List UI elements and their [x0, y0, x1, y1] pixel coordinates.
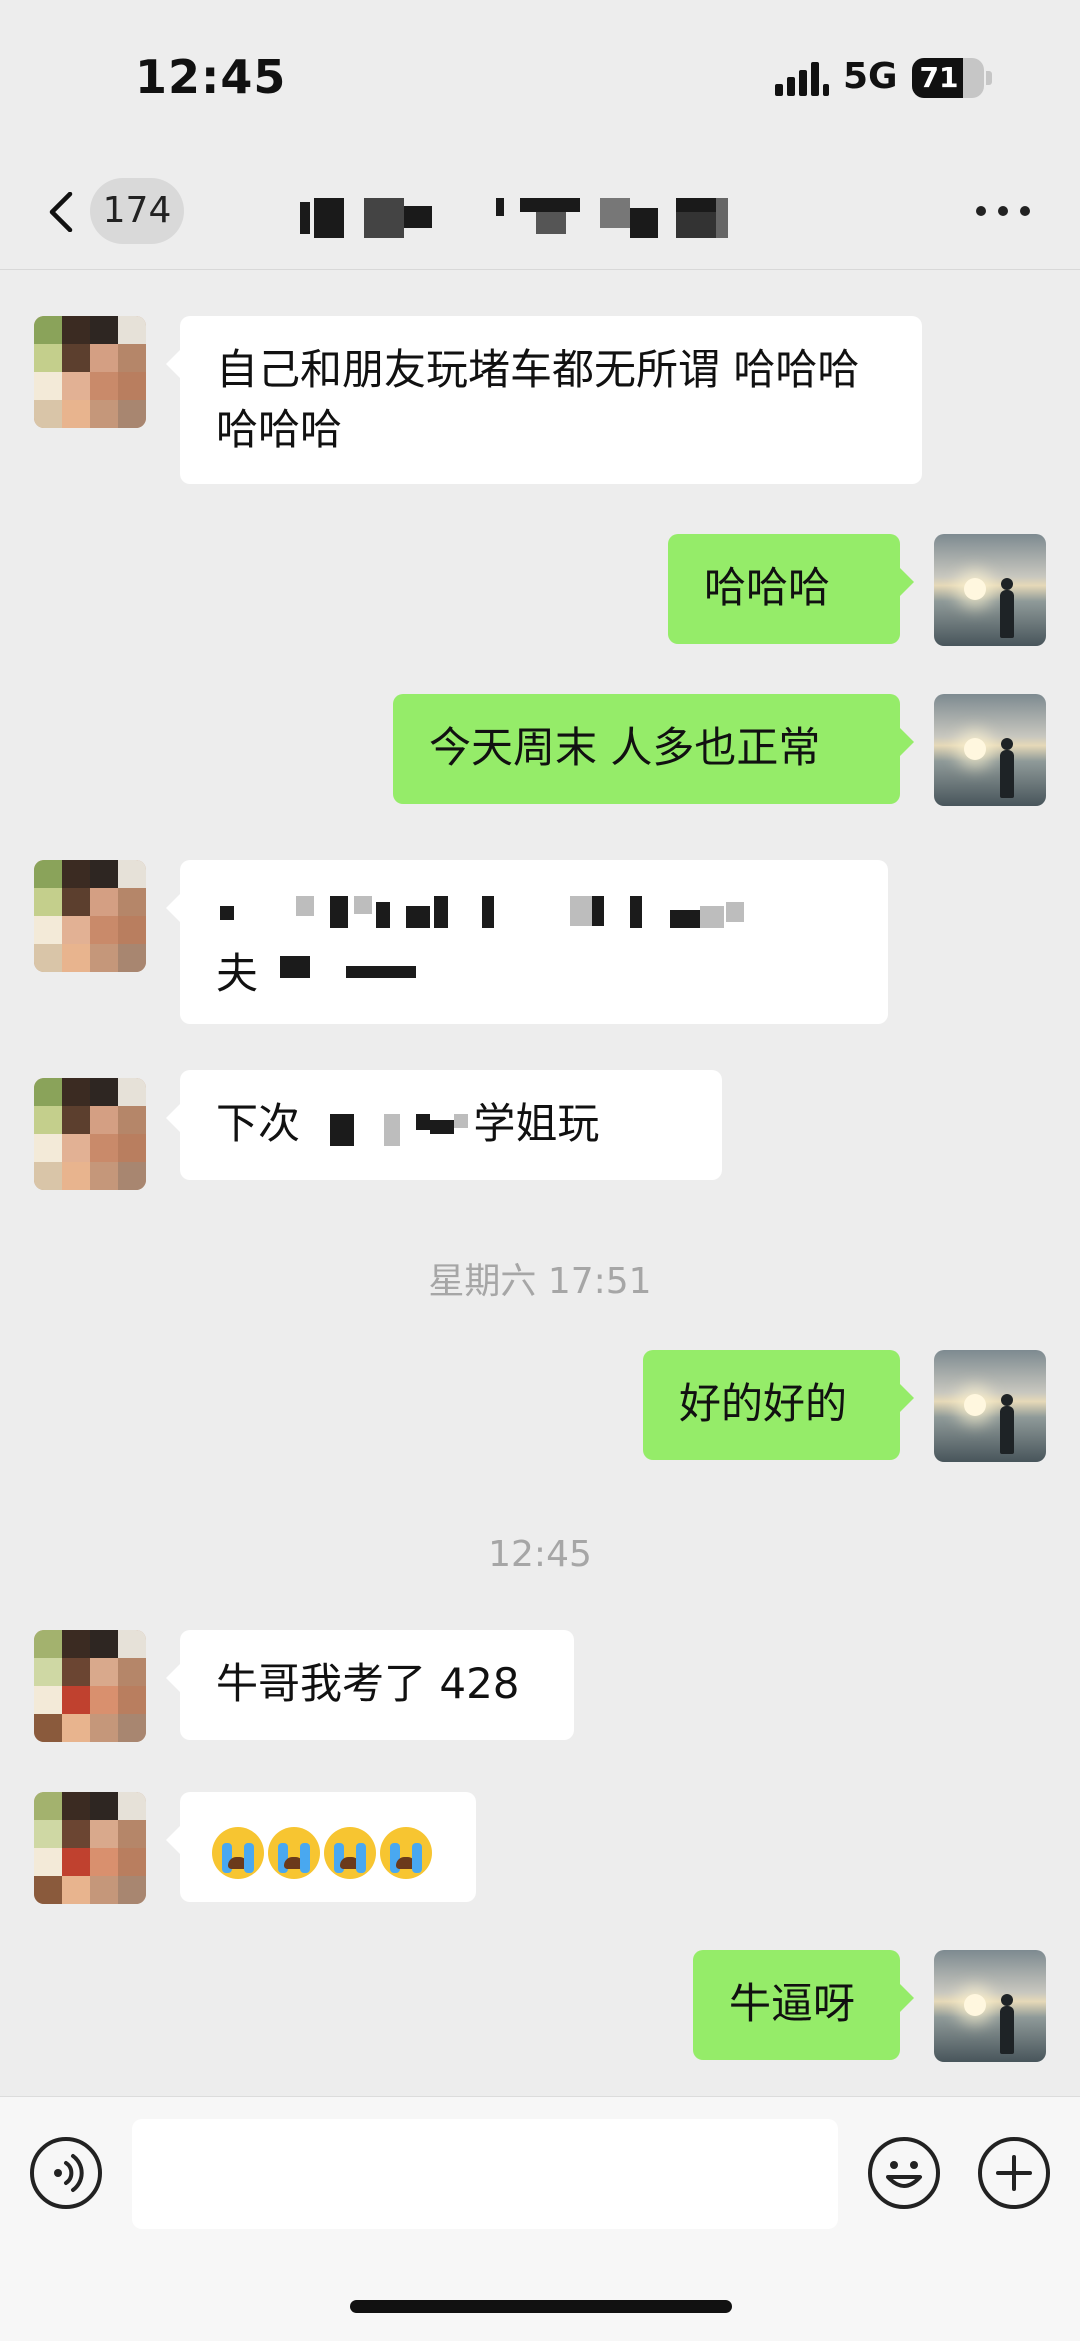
voice-button[interactable] [30, 2137, 102, 2209]
chat-title-redacted [300, 198, 800, 238]
back-button[interactable]: 174 [38, 178, 188, 244]
message-text: 牛逼呀 [729, 1979, 856, 2028]
message-bubble-outgoing[interactable]: 牛逼呀 [693, 1950, 914, 2060]
nav-bar: 174 [0, 150, 1080, 270]
loudly-crying-face-icon [212, 1826, 264, 1879]
friend-avatar[interactable] [34, 1630, 146, 1742]
message-bubble-outgoing[interactable]: 好的好的 [643, 1350, 914, 1460]
status-bar: 12:45 5G 71 [0, 0, 1080, 150]
message-bubble-incoming[interactable]: 下次 学姐玩 [166, 1070, 722, 1180]
more-actions-button[interactable] [978, 2137, 1050, 2209]
my-avatar[interactable] [934, 1950, 1046, 2062]
message-bubble-incoming[interactable]: 夫 [166, 860, 888, 1024]
smiley-icon [886, 2161, 922, 2188]
my-avatar[interactable] [934, 694, 1046, 806]
timestamp: 12:45 [488, 1534, 592, 1575]
redacted-text-line [280, 956, 580, 986]
voice-icon [54, 2154, 84, 2192]
emoji-button[interactable] [868, 2137, 940, 2209]
loudly-crying-face-icon [324, 1826, 376, 1879]
home-indicator [350, 2300, 732, 2313]
message-bubble-outgoing[interactable]: 哈哈哈 [668, 534, 914, 644]
my-avatar[interactable] [934, 1350, 1046, 1462]
battery-cap [986, 71, 992, 85]
message-text: 哈哈哈 [704, 563, 831, 612]
message-text: 牛哥我考了 428 [216, 1659, 520, 1708]
battery-icon: 71 [912, 58, 984, 98]
message-bubble-incoming[interactable]: 牛哥我考了 428 [166, 1630, 574, 1740]
friend-avatar[interactable] [34, 860, 146, 972]
signal-icon [775, 62, 829, 96]
timestamp: 星期六 17:51 [428, 1261, 652, 1302]
status-time: 12:45 [135, 50, 287, 104]
chevron-left-icon [49, 192, 73, 232]
loudly-crying-face-icon [268, 1826, 320, 1879]
friend-avatar[interactable] [34, 1792, 146, 1904]
friend-avatar[interactable] [34, 1078, 146, 1190]
battery-level: 71 [919, 61, 959, 94]
plus-circle-icon [996, 2155, 1032, 2191]
friend-avatar[interactable] [34, 316, 146, 428]
unread-count-badge: 174 [90, 178, 184, 244]
redacted-text-line [220, 896, 860, 928]
message-bubble-incoming[interactable]: 自己和朋友玩堵车都无所谓 哈哈哈哈哈哈 [166, 316, 922, 484]
my-avatar[interactable] [934, 534, 1046, 646]
message-text: 今天周末 人多也正常 [429, 723, 821, 772]
more-button[interactable] [972, 190, 1036, 230]
ellipsis-icon [976, 206, 986, 216]
message-input[interactable] [132, 2119, 838, 2229]
network-label: 5G [843, 56, 898, 97]
loudly-crying-face-icon [380, 1826, 432, 1879]
message-bubble-outgoing[interactable]: 今天周末 人多也正常 [393, 694, 914, 804]
message-text: 自己和朋友玩堵车都无所谓 哈哈哈哈哈哈 [216, 345, 860, 454]
message-text: 好的好的 [679, 1379, 848, 1428]
message-text: 夫 [216, 949, 259, 998]
message-bubble-incoming[interactable] [166, 1792, 476, 1902]
redacted-text-inline [330, 1114, 570, 1146]
